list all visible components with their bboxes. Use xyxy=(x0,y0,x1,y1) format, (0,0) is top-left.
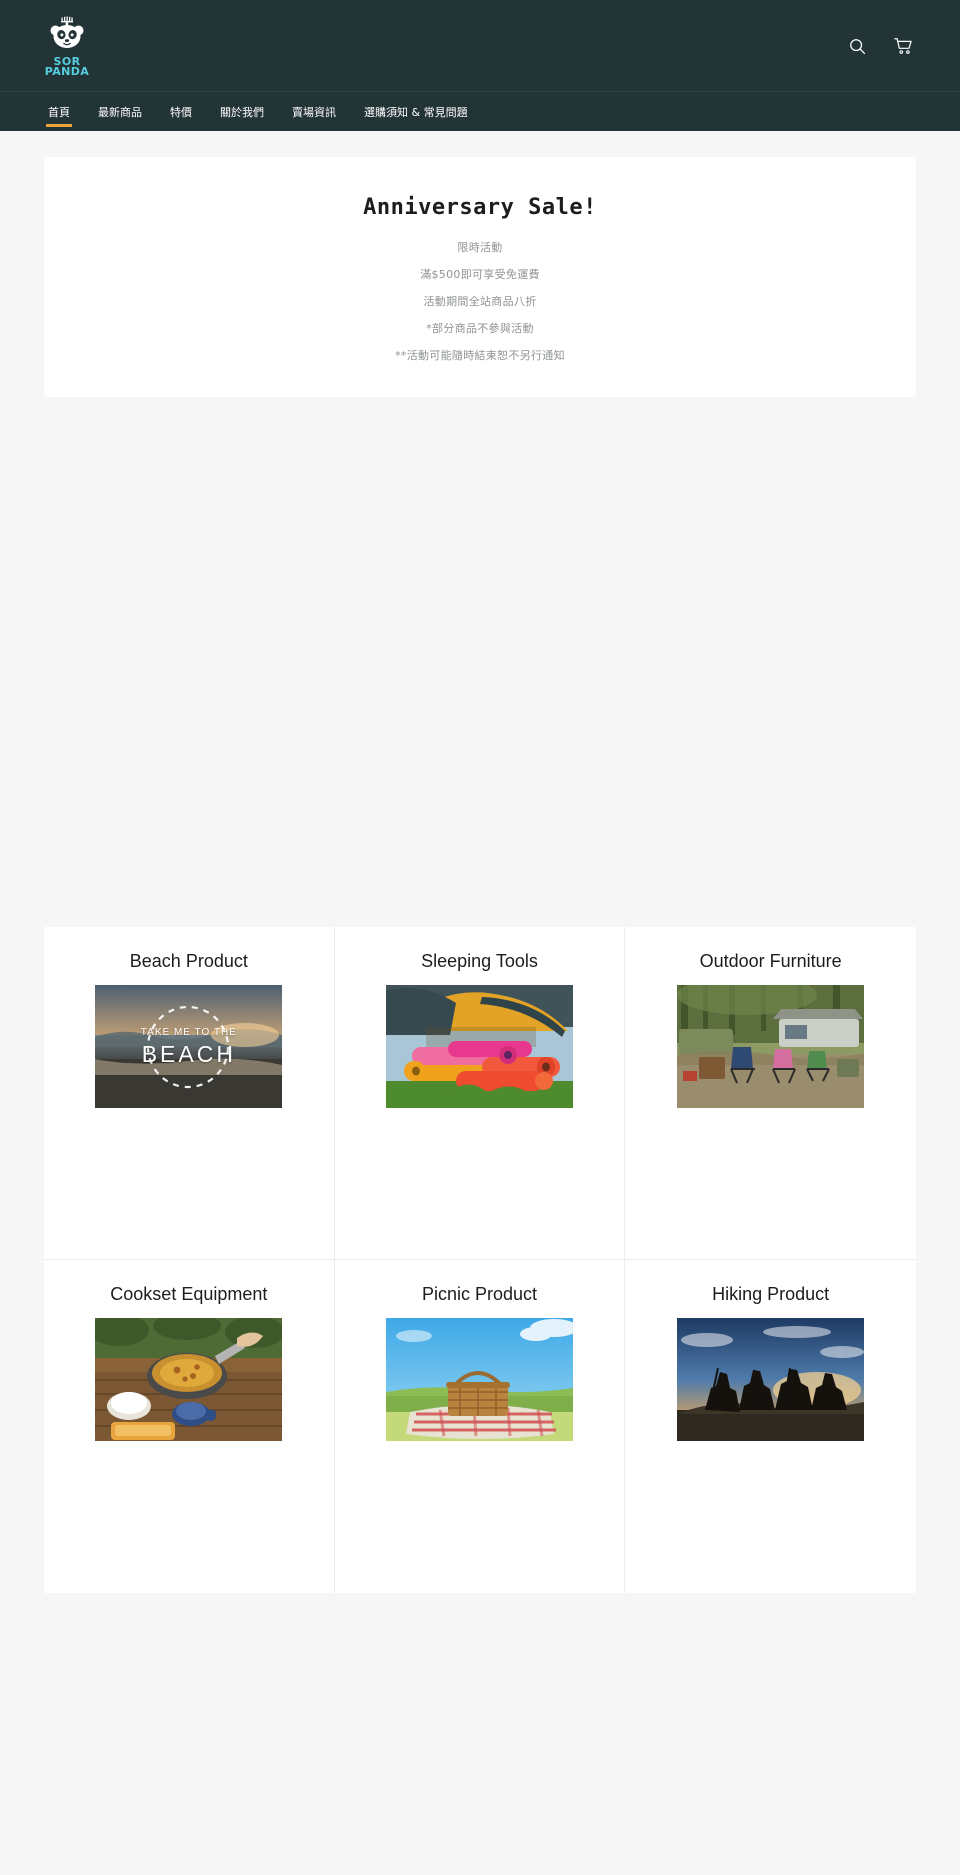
announcement-line-2: 活動期間全站商品八折 xyxy=(423,295,537,308)
nav-item-1[interactable]: 最新商品 xyxy=(84,94,156,130)
content-spacer xyxy=(44,397,916,927)
collection-card-title: Outdoor Furniture xyxy=(699,951,842,971)
collection-card[interactable]: Picnic Product xyxy=(334,1260,626,1593)
collection-card[interactable]: Beach Product TAKE ME TO THE BEACH xyxy=(44,927,335,1260)
panda-logo-icon xyxy=(44,16,90,56)
site-logo[interactable]: SOR PANDA xyxy=(44,16,90,77)
nav-item-3[interactable]: 關於我們 xyxy=(206,94,278,130)
collection-card-title: Beach Product xyxy=(129,951,248,971)
nav-item-4[interactable]: 賣場資訊 xyxy=(278,94,350,130)
collection-card-image: TAKE ME TO THE BEACH xyxy=(95,985,283,1108)
site-header: SOR PANDA xyxy=(0,0,960,92)
collection-card-title: Sleeping Tools xyxy=(421,951,538,971)
header-actions xyxy=(844,33,916,59)
announcement-line-1: 滿$500即可享受免運費 xyxy=(420,268,540,281)
announcement-line-4: **活動可能隨時結束恕不另行通知 xyxy=(395,349,565,362)
announcement-body: 限時活動滿$500即可享受免運費 活動期間全站商品八折 *部分商品不參與活動 **活動… xyxy=(74,242,886,361)
announcement-title: Anniversary Sale! xyxy=(363,195,597,220)
announcement-line-0: 限時活動 xyxy=(457,241,503,254)
nav-item-0[interactable]: 首頁 xyxy=(34,94,84,130)
collection-card-image xyxy=(677,1318,865,1441)
collection-card-image xyxy=(385,985,573,1108)
main-navigation: 首頁 最新商品 特價 關於我們 賣場資訊 選購須知 & 常見問題 xyxy=(0,92,960,131)
collection-card-title: Hiking Product xyxy=(712,1284,830,1304)
nav-item-5[interactable]: 選購須知 & 常見問題 xyxy=(350,94,482,130)
collection-card-title: Picnic Product xyxy=(421,1284,538,1304)
collection-card-image xyxy=(95,1318,283,1441)
collection-card-image xyxy=(677,985,865,1108)
announcement-line-3: *部分商品不參與活動 xyxy=(426,322,534,335)
page-content: Anniversary Sale! 限時活動滿$500即可享受免運費 活動期間全站… xyxy=(0,131,960,927)
shopping-cart-icon[interactable] xyxy=(890,33,916,59)
collection-card[interactable]: Outdoor Furniture xyxy=(625,927,916,1260)
search-icon[interactable] xyxy=(844,33,870,59)
nav-item-2[interactable]: 特價 xyxy=(156,94,206,130)
collection-card[interactable]: Sleeping Tools xyxy=(334,927,626,1260)
announcement-card: Anniversary Sale! 限時活動滿$500即可享受免運費 活動期間全站… xyxy=(44,157,916,397)
collection-card-image xyxy=(385,1318,573,1441)
logo-text-line2: PANDA xyxy=(44,64,90,78)
collection-card[interactable]: Cookset Equipment xyxy=(44,1260,335,1593)
collection-card-title: Cookset Equipment xyxy=(110,1284,268,1304)
collection-grid: Beach Product TAKE ME TO THE BEACH Sleepin… xyxy=(44,927,916,1593)
collection-card[interactable]: Hiking Product xyxy=(625,1260,916,1593)
